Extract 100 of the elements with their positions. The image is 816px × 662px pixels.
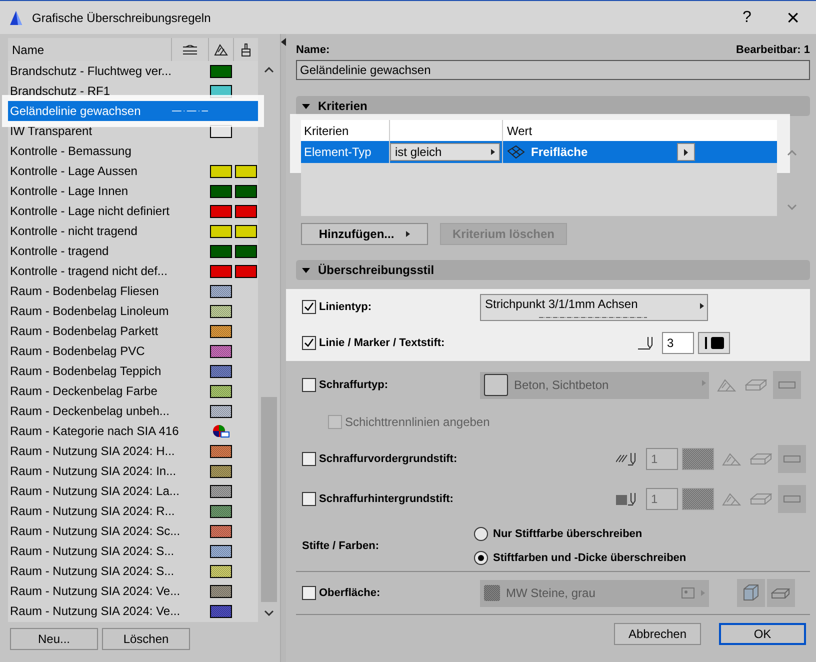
cube-icon bbox=[741, 583, 761, 603]
list-item[interactable]: Raum - Nutzung SIA 2024: Ve... bbox=[8, 581, 258, 601]
image-icon bbox=[681, 587, 695, 599]
hatch-shape-icon bbox=[722, 452, 742, 466]
cancel-button[interactable]: Abbrechen bbox=[614, 623, 701, 645]
option-label: Schichttrennlinien angeben bbox=[345, 415, 490, 429]
fill-swatch bbox=[484, 374, 508, 396]
cube-paint-button[interactable] bbox=[737, 579, 765, 607]
option-label: Oberfläche: bbox=[319, 587, 380, 599]
line-sample-icon bbox=[172, 109, 208, 113]
option-label: Linientyp: bbox=[319, 301, 372, 313]
checkbox[interactable] bbox=[302, 452, 316, 466]
operator-dropdown[interactable]: ist gleich bbox=[390, 143, 500, 161]
list-item[interactable]: Raum - Nutzung SIA 2024: Ve... bbox=[8, 601, 258, 621]
list-item[interactable]: Kontrolle - tragend nicht def... bbox=[8, 261, 258, 281]
list-item[interactable]: Raum - Bodenbelag Linoleum bbox=[8, 301, 258, 321]
option-label: Schraffurvordergrundstift: bbox=[319, 453, 458, 465]
list-item[interactable]: Kontrolle - Lage Innen bbox=[8, 181, 258, 201]
list-item[interactable]: Kontrolle - Lage Aussen bbox=[8, 161, 258, 181]
list-item[interactable]: Raum - Nutzung SIA 2024: S... bbox=[8, 541, 258, 561]
name-field[interactable]: Geländelinie gewachsen bbox=[296, 60, 810, 80]
editable-count: Bearbeitbar: 1 bbox=[736, 44, 810, 56]
option-label: Linie / Marker / Textstift: bbox=[319, 337, 445, 349]
caret-icon bbox=[302, 104, 310, 108]
option-label: Schraffurhintergrundstift: bbox=[319, 493, 454, 505]
list-action-button[interactable]: Neu... bbox=[10, 628, 98, 650]
list-item[interactable]: Raum - Bodenbelag Teppich bbox=[8, 361, 258, 381]
pen-color-button[interactable] bbox=[682, 448, 714, 470]
list-item[interactable]: Kontrolle - nicht tragend bbox=[8, 221, 258, 241]
list-item[interactable]: Raum - Nutzung SIA 2024: H... bbox=[8, 441, 258, 461]
line-type-dropdown[interactable]: Strichpunkt 3/1/1mm Achsen bbox=[480, 294, 708, 320]
caret-icon bbox=[684, 148, 688, 156]
rectangle-icon bbox=[783, 495, 801, 503]
list-item[interactable]: Raum - Bodenbelag Parkett bbox=[8, 321, 258, 341]
list-item[interactable]: Brandschutz - RF1 bbox=[8, 81, 258, 101]
list-item[interactable]: Raum - Nutzung SIA 2024: S... bbox=[8, 561, 258, 581]
list-item[interactable]: Raum - Deckenbelag unbeh... bbox=[8, 401, 258, 421]
hatch-shape-icon bbox=[722, 492, 742, 506]
criteria-row[interactable]: Element-Typ ist gleich Freifläche bbox=[301, 141, 777, 163]
mesh-surface-icon bbox=[507, 145, 525, 159]
slab-paint-button[interactable] bbox=[767, 579, 795, 607]
list-item[interactable]: Raum - Nutzung SIA 2024: R... bbox=[8, 501, 258, 521]
list-item[interactable]: Raum - Nutzung SIA 2024: Sc... bbox=[8, 521, 258, 541]
value-menu-button[interactable] bbox=[677, 143, 695, 161]
scrollbar-thumb[interactable] bbox=[261, 397, 277, 602]
criterion-cell-text: Element-Typ bbox=[303, 145, 372, 159]
list-item[interactable]: Raum - Deckenbelag Farbe bbox=[8, 381, 258, 401]
paint-brush-icon[interactable] bbox=[240, 42, 252, 56]
list-item[interactable]: IW Transparent bbox=[8, 121, 258, 141]
pen-color-button[interactable] bbox=[682, 488, 714, 510]
ok-button[interactable]: OK bbox=[719, 623, 806, 645]
add-criterion-button[interactable]: Hinzufügen... bbox=[301, 223, 428, 245]
checkbox[interactable] bbox=[302, 586, 316, 600]
list-item[interactable]: Raum - Bodenbelag Fliesen bbox=[8, 281, 258, 301]
radio-button[interactable] bbox=[474, 527, 488, 541]
scroll-up-icon[interactable] bbox=[264, 67, 274, 73]
list-item[interactable]: Raum - Bodenbelag PVC bbox=[8, 341, 258, 361]
list-item[interactable]: Geländelinie gewachsen bbox=[8, 101, 258, 121]
name-label: Name: bbox=[296, 44, 330, 56]
list-item[interactable]: Kontrolle - tragend bbox=[8, 241, 258, 261]
list-item[interactable]: Raum - Nutzung SIA 2024: La... bbox=[8, 481, 258, 501]
checkbox[interactable] bbox=[302, 378, 316, 392]
list-item[interactable]: Kontrolle - Bemassung bbox=[8, 141, 258, 161]
slab-icon bbox=[745, 379, 767, 391]
list-item[interactable]: Raum - Kategorie nach SIA 416 bbox=[8, 421, 258, 441]
list-action-button[interactable]: Löschen bbox=[102, 628, 190, 650]
column-header: Wert bbox=[506, 124, 534, 138]
option-label: Schraffurtyp: bbox=[319, 379, 388, 391]
pens-label: Stifte / Farben: bbox=[302, 540, 380, 552]
list-item[interactable]: Raum - Nutzung SIA 2024: In... bbox=[8, 461, 258, 481]
list-item[interactable]: Brandschutz - Fluchtweg ver... bbox=[8, 61, 258, 81]
slab-icon bbox=[750, 493, 772, 505]
value-cell-text: Freifläche bbox=[531, 145, 589, 159]
section-header[interactable]: Überschreibungsstil bbox=[296, 260, 810, 280]
section-header[interactable]: Kriterien bbox=[296, 96, 810, 116]
radio-button[interactable] bbox=[474, 551, 488, 565]
checkbox[interactable] bbox=[302, 300, 316, 314]
scroll-down-icon[interactable] bbox=[264, 610, 274, 616]
rectangle-icon bbox=[783, 455, 801, 463]
column-header: Kriterien bbox=[303, 124, 350, 138]
radio-label: Nur Stiftfarbe überschreiben bbox=[493, 528, 642, 540]
close-button[interactable]: × bbox=[770, 2, 816, 34]
collapse-arrow-icon[interactable] bbox=[281, 38, 286, 46]
hatch-shape-icon bbox=[717, 378, 737, 392]
pen-weight-icon bbox=[702, 335, 726, 351]
hatch-icon[interactable] bbox=[214, 44, 228, 56]
help-button[interactable]: ? bbox=[724, 2, 770, 34]
pie-chart-icon bbox=[212, 424, 230, 438]
app-logo-icon bbox=[8, 10, 24, 26]
checkbox[interactable] bbox=[302, 492, 316, 506]
caret-icon bbox=[302, 268, 310, 272]
slab-icon bbox=[771, 586, 791, 600]
checkbox[interactable] bbox=[302, 336, 316, 350]
pen-number-field[interactable]: 3 bbox=[662, 332, 694, 354]
pen-color-button[interactable] bbox=[698, 332, 730, 354]
slab-icon bbox=[750, 453, 772, 465]
window-title: Grafische Überschreibungsregeln bbox=[32, 10, 212, 24]
list-item[interactable]: Kontrolle - Lage nicht definiert bbox=[8, 201, 258, 221]
rectangle-icon bbox=[778, 381, 796, 389]
line-type-icon[interactable] bbox=[182, 44, 198, 54]
